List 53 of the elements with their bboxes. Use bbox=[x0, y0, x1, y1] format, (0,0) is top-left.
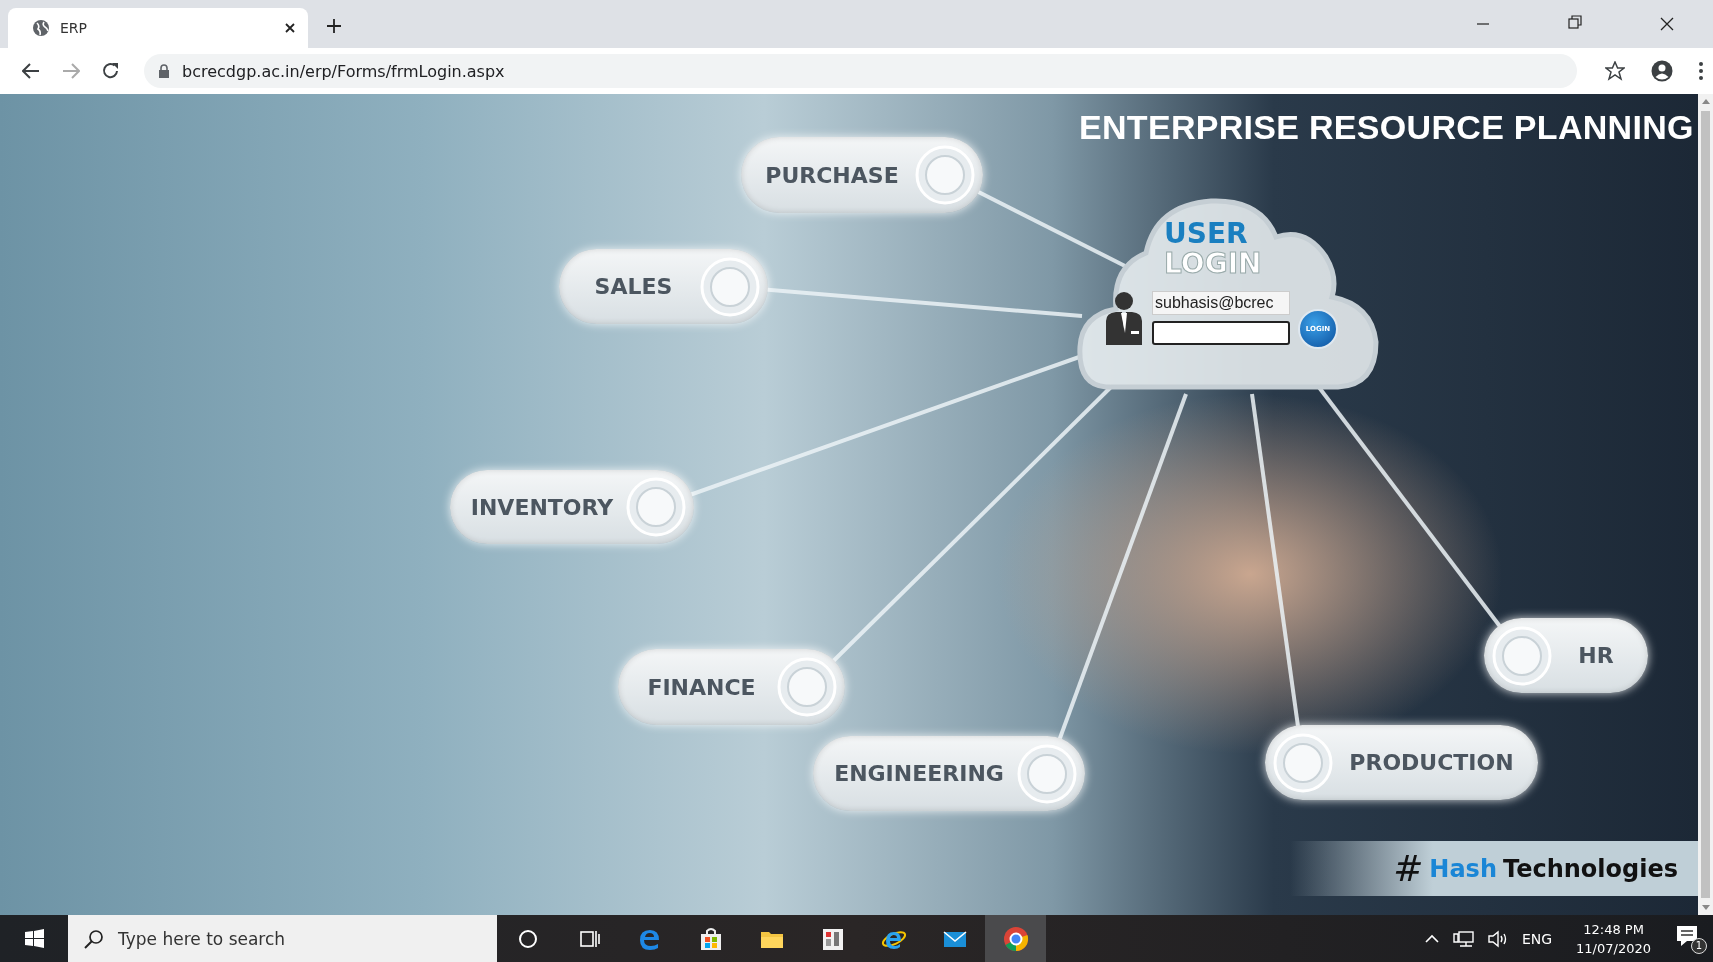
address-bar[interactable]: bcrecdgp.ac.in/erp/Forms/frmLogin.aspx bbox=[144, 54, 1577, 88]
knob-icon bbox=[1492, 625, 1552, 686]
module-button[interactable]: INVENTORY bbox=[450, 470, 694, 544]
knob-icon bbox=[777, 657, 837, 717]
account-icon[interactable] bbox=[1651, 60, 1673, 82]
module-button[interactable]: PURCHASE bbox=[741, 137, 983, 213]
page-heading: ENTERPRISE RESOURCE PLANNING bbox=[1079, 108, 1694, 147]
search-icon bbox=[84, 928, 104, 949]
knob-icon bbox=[626, 477, 686, 537]
lock-icon bbox=[158, 64, 170, 78]
menu-icon[interactable] bbox=[1699, 61, 1703, 81]
module-button[interactable]: FINANCE bbox=[618, 649, 845, 725]
password-field[interactable] bbox=[1152, 321, 1290, 345]
scrollbar[interactable] bbox=[1698, 94, 1713, 915]
windows-logo-icon bbox=[24, 929, 44, 948]
plus-icon[interactable] bbox=[326, 18, 342, 34]
login-title: LOGIN bbox=[1164, 249, 1262, 279]
chrome-logo-icon bbox=[1002, 925, 1029, 952]
tab-title: ERP bbox=[60, 20, 88, 36]
module-button[interactable]: ENGINEERING bbox=[813, 736, 1085, 811]
knob-icon bbox=[700, 256, 760, 317]
network-icon[interactable] bbox=[1452, 929, 1474, 948]
businessman-icon bbox=[1104, 291, 1144, 345]
back-arrow-icon[interactable] bbox=[22, 62, 40, 80]
globe-icon bbox=[32, 19, 50, 37]
module-button[interactable]: SALES bbox=[559, 249, 768, 324]
search-placeholder: Type here to search bbox=[118, 928, 286, 949]
language-indicator[interactable]: ENG bbox=[1521, 930, 1553, 947]
knob-icon bbox=[1273, 732, 1333, 793]
search-field[interactable]: Type here to search bbox=[68, 915, 497, 962]
brand-name: Technologies bbox=[1502, 854, 1678, 883]
speaker-icon[interactable] bbox=[1487, 929, 1508, 948]
speech-bubble-icon bbox=[1675, 923, 1699, 948]
close-icon[interactable] bbox=[284, 22, 296, 34]
chrome-taskbar-button[interactable] bbox=[985, 915, 1046, 962]
knob-icon bbox=[1017, 743, 1077, 804]
chevron-up-icon[interactable] bbox=[1424, 932, 1439, 945]
browser-tab[interactable]: ERP bbox=[8, 8, 308, 48]
scroll-down-icon[interactable] bbox=[1700, 904, 1711, 911]
login-title: USER bbox=[1164, 219, 1248, 249]
knob-icon bbox=[915, 145, 975, 205]
reload-icon[interactable] bbox=[102, 62, 120, 80]
module-button[interactable]: PRODUCTION bbox=[1265, 725, 1538, 800]
hash-logo: # bbox=[1393, 850, 1424, 887]
module-button[interactable]: HR bbox=[1484, 618, 1648, 693]
clock[interactable]: 12:48 PM 11/07/2020 bbox=[1576, 919, 1651, 958]
address-text: bcrecdgp.ac.in/erp/Forms/frmLogin.aspx bbox=[182, 61, 505, 81]
star-icon[interactable] bbox=[1605, 61, 1625, 81]
brand-name: Hash bbox=[1429, 854, 1497, 883]
scrollbar-thumb[interactable] bbox=[1701, 111, 1710, 898]
notification-count: 1 bbox=[1691, 937, 1707, 954]
scroll-up-icon[interactable] bbox=[1700, 98, 1711, 105]
username-field[interactable]: subhasis@bcrec bbox=[1152, 291, 1290, 315]
